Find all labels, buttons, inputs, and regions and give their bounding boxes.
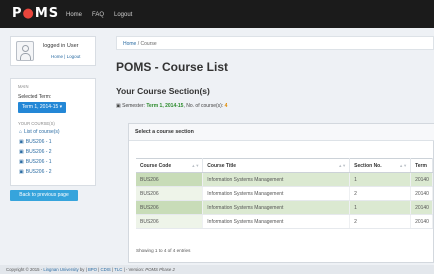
semester-info: ▣ Semester: Term 1, 2014-15, No. of cour… [116, 103, 227, 109]
sidebar-menu: MAIN Selected Term: Term 1, 2014-15 ▾ YO… [10, 78, 96, 186]
menu-heading-courses: YOUR COURSE(S) [18, 121, 55, 126]
cell-term: 20140 [410, 200, 433, 215]
nav-home-link[interactable]: Home [66, 12, 82, 18]
book-icon: ▣ [19, 159, 24, 165]
book-icon: ▣ [19, 169, 24, 175]
cell-term: 20140 [410, 172, 433, 187]
breadcrumb: Home / Course [123, 41, 157, 47]
table-row[interactable]: BUS206 Information Systems Management 1 … [136, 172, 433, 187]
back-button[interactable]: Back to previous page [10, 190, 78, 201]
book-icon: ▣ [19, 149, 24, 155]
semester-prefix: Semester: [122, 103, 147, 109]
selected-term-label: Selected Term: [18, 94, 52, 100]
user-card: logged in User Home | Logout [10, 36, 96, 66]
sidebar-item-label: BUS206 - 1 [25, 139, 52, 145]
sort-icon: ▲▼ [399, 163, 408, 168]
sidebar-item-course-section[interactable]: ▣ BUS206 - 1 [19, 159, 52, 165]
user-links[interactable]: Home | Logout [51, 54, 80, 59]
cell-course-code: BUS206 [136, 172, 204, 187]
sidebar-item-label: BUS206 - 1 [25, 159, 52, 165]
cell-section-no: 2 [349, 186, 412, 201]
sidebar-item-course-section[interactable]: ▣ BUS206 - 2 [19, 149, 52, 155]
footer-by: by [78, 267, 86, 272]
course-section-panel: Select a course section Course Code ▲▼ Co… [128, 123, 434, 263]
term-select-button[interactable]: Term 1, 2014-15 ▾ [18, 102, 66, 113]
avatar-body-shape [20, 53, 31, 60]
home-icon: ⌂ [19, 129, 23, 135]
panel-header: Select a course section [129, 124, 434, 141]
brand-logo[interactable]: P●MS [12, 6, 59, 21]
sidebar-item-label: BUS206 - 2 [25, 149, 52, 155]
footer: Copyright © 2015 - Lingnan University by… [0, 265, 434, 274]
footer-version-label: - Version: [125, 267, 146, 272]
nav-faq-link[interactable]: FAQ [92, 12, 104, 18]
nav-logout-link[interactable]: Logout [114, 12, 132, 18]
cell-course-title: Information Systems Management [202, 172, 351, 187]
cell-section-no: 1 [349, 200, 412, 215]
footer-text: Copyright © 2015 - Lingnan University by… [6, 267, 175, 272]
cell-course-code: BUS206 [136, 214, 204, 229]
breadcrumb-current: Course [140, 41, 157, 47]
brand-letter-p: P [12, 6, 23, 21]
panel-title: Select a course section [135, 129, 194, 135]
footer-version: POMS Phase 2 [145, 267, 175, 272]
cell-section-no: 2 [349, 214, 412, 229]
cell-section-no: 1 [349, 172, 412, 187]
semester-term: Term 1, 2014-15 [146, 103, 184, 109]
page-title: POMS - Course List [116, 60, 229, 74]
column-header-course-code[interactable]: Course Code ▲▼ [136, 158, 204, 173]
avatar-head-shape [22, 45, 29, 52]
sort-icon: ▲▼ [191, 163, 200, 168]
footer-link-bpo[interactable]: BPO [88, 267, 97, 272]
cell-course-title: Information Systems Management [202, 200, 351, 215]
column-header-label: Course Code [140, 162, 172, 169]
table-row[interactable]: BUS206 Information Systems Management 1 … [136, 200, 433, 215]
cell-course-title: Information Systems Management [202, 186, 351, 201]
column-header-label: Term [415, 162, 427, 169]
cell-course-title: Information Systems Management [202, 214, 351, 229]
user-name: logged in User [43, 43, 79, 49]
menu-heading-main: MAIN [18, 84, 29, 89]
semester-mid: , No. of course(s): [183, 103, 225, 109]
course-table: Course Code ▲▼ Course Title ▲▼ Section No.… [136, 158, 433, 229]
brand-letters-ms: MS [34, 6, 60, 21]
column-header-course-title[interactable]: Course Title ▲▼ [202, 158, 351, 173]
footer-copyright: Copyright © 2015 - [6, 267, 44, 272]
entries-info: Showing 1 to 4 of 4 entries [136, 248, 191, 253]
sidebar: logged in User Home | Logout MAIN Select… [10, 36, 96, 186]
sort-icon: ▲▼ [338, 163, 347, 168]
column-header-term[interactable]: Term [410, 158, 433, 173]
avatar-icon [16, 41, 34, 61]
cell-course-code: BUS206 [136, 200, 204, 215]
cell-course-code: BUS206 [136, 186, 204, 201]
breadcrumb-home-link[interactable]: Home [123, 41, 136, 47]
sidebar-item-label: BUS206 - 2 [25, 169, 52, 175]
sidebar-item-course-section[interactable]: ▣ BUS206 - 2 [19, 169, 52, 175]
book-icon: ▣ [19, 139, 24, 145]
table-row[interactable]: BUS206 Information Systems Management 2 … [136, 186, 433, 201]
table-row[interactable]: BUS206 Information Systems Management 2 … [136, 214, 433, 229]
column-header-label: Section No. [354, 162, 382, 169]
sidebar-item-course-list[interactable]: ⌂ List of course(s) [19, 129, 60, 135]
section-heading: Your Course Section(s) [116, 86, 210, 96]
breadcrumb-bar: Home / Course [116, 36, 434, 50]
column-header-label: Course Title [207, 162, 237, 169]
cell-term: 20140 [410, 186, 433, 201]
footer-org-link[interactable]: Lingnan University [43, 267, 78, 272]
footer-link-cdis[interactable]: CDIS [101, 267, 111, 272]
column-header-section-no[interactable]: Section No. ▲▼ [349, 158, 412, 173]
sidebar-item-course-section[interactable]: ▣ BUS206 - 1 [19, 139, 52, 145]
top-navbar: P●MS Home FAQ Logout [0, 0, 434, 28]
brand-logo-dot: ● [22, 6, 35, 21]
course-count: 4 [224, 103, 228, 109]
sidebar-item-label: List of course(s) [24, 129, 60, 135]
cell-term: 20140 [410, 214, 433, 229]
